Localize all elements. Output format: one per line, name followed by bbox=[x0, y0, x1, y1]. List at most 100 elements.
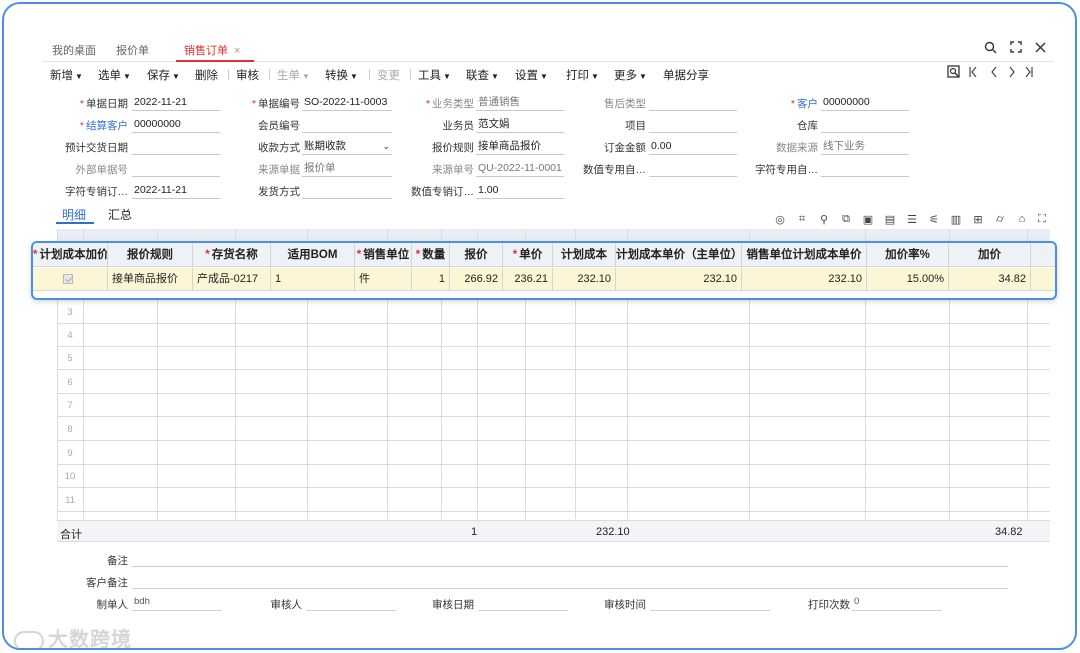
delete-button[interactable]: 删除 bbox=[195, 67, 218, 83]
source-doc-field[interactable]: 报价单 bbox=[302, 161, 392, 177]
col-plan-unit-cost-sale[interactable]: 销售单位计划成本单价 bbox=[742, 243, 867, 267]
settings-button[interactable]: 设置 ▼ bbox=[515, 67, 548, 83]
col-markup-rate[interactable]: 加价率% bbox=[867, 243, 949, 267]
warehouse-icon[interactable]: ⌂ bbox=[1015, 213, 1029, 225]
doc-no-field[interactable]: SO-2022-11-0003 bbox=[302, 95, 392, 111]
generate-button[interactable]: 生单 ▼ bbox=[277, 67, 310, 83]
quote-rule-field[interactable]: 接单商品报价 bbox=[476, 139, 564, 155]
col-item-name[interactable]: * 存货名称 bbox=[193, 243, 271, 267]
plan-unit-cost-main-cell[interactable]: 232.10 bbox=[616, 268, 742, 291]
expand-icon[interactable]: ⛶ bbox=[1035, 213, 1049, 226]
external-no-field[interactable] bbox=[132, 161, 220, 177]
doc-date-field[interactable]: 2022-11-21 bbox=[132, 95, 220, 111]
close-tab-icon[interactable]: × bbox=[234, 45, 240, 57]
share-button[interactable]: 单据分享 bbox=[663, 67, 709, 83]
col-plan-unit-cost-main[interactable]: 计划成本单价（主单位） bbox=[616, 243, 742, 267]
scan-icon[interactable]: ⌗ bbox=[795, 213, 809, 226]
table-row[interactable]: 4 bbox=[57, 324, 1050, 347]
change-button[interactable]: 变更 bbox=[377, 67, 400, 83]
customer-field[interactable]: 00000000 bbox=[821, 95, 909, 111]
more-button[interactable]: 更多 ▼ bbox=[614, 67, 647, 83]
col-qty[interactable]: * 数量 bbox=[412, 243, 450, 267]
member-no-field[interactable] bbox=[302, 117, 392, 133]
table-row[interactable]: 8 bbox=[57, 418, 1050, 441]
biz-type-field[interactable]: 普通销售 bbox=[476, 95, 564, 111]
col-bom[interactable]: 适用BOM bbox=[271, 243, 355, 267]
last-record-icon[interactable] bbox=[1024, 65, 1034, 82]
paste-icon[interactable]: ▣ bbox=[861, 213, 875, 226]
next-record-icon[interactable] bbox=[1007, 65, 1017, 82]
quote-cell[interactable]: 266.92 bbox=[450, 268, 503, 291]
aftersale-type-field[interactable] bbox=[649, 95, 737, 111]
col-sales-unit[interactable]: * 销售单位 bbox=[355, 243, 412, 267]
bom-cell[interactable]: 1 bbox=[271, 268, 355, 291]
list-icon[interactable]: ☰ bbox=[905, 213, 919, 226]
settle-customer-label[interactable]: * 结算客户 bbox=[54, 118, 128, 133]
customer-label[interactable]: * 客户 bbox=[742, 96, 818, 111]
plan-cost-markup-cell[interactable] bbox=[33, 268, 108, 291]
remark-field[interactable] bbox=[132, 566, 1008, 567]
select-button[interactable]: 选单 ▼ bbox=[98, 67, 131, 83]
search-icon[interactable] bbox=[984, 41, 997, 57]
first-record-icon[interactable] bbox=[968, 65, 978, 82]
col-quote-rule[interactable]: 报价规则 bbox=[108, 243, 193, 267]
settle-customer-field[interactable]: 00000000 bbox=[132, 117, 220, 133]
source-no-field[interactable]: QU-2022-11-0001 bbox=[476, 161, 564, 177]
tag-icon[interactable]: ⌭ bbox=[993, 213, 1007, 226]
plan-cost-cell[interactable]: 232.10 bbox=[553, 268, 616, 291]
num-custom1-field[interactable] bbox=[649, 161, 737, 177]
locate-icon[interactable]: ◎ bbox=[773, 213, 787, 226]
delivery-date-field[interactable] bbox=[132, 139, 220, 155]
ship-method-field[interactable] bbox=[302, 183, 392, 199]
audit-button[interactable]: 审核 bbox=[236, 67, 259, 83]
col-plan-cost-markup[interactable]: * 计划成本加价 bbox=[33, 243, 108, 267]
payment-select[interactable]: 账期收款 ⌄ bbox=[302, 139, 392, 155]
col-quote[interactable]: 报价 bbox=[450, 243, 503, 267]
doc-icon[interactable]: ▤ bbox=[883, 213, 897, 226]
item-name-cell[interactable]: 产成品-0217 bbox=[193, 268, 271, 291]
tab-sales-order[interactable]: 销售订单 × bbox=[184, 42, 240, 58]
chart-icon[interactable]: ▥ bbox=[949, 213, 963, 226]
filter-icon[interactable]: ⚟ bbox=[927, 213, 941, 226]
pin-icon[interactable]: ⚲ bbox=[817, 213, 831, 226]
prev-record-icon[interactable] bbox=[989, 65, 999, 82]
subtab-detail[interactable]: 明细 bbox=[62, 206, 86, 223]
warehouse-field[interactable] bbox=[821, 117, 909, 133]
scan-search-icon[interactable] bbox=[947, 65, 961, 82]
price-cell[interactable]: 236.21 bbox=[503, 268, 553, 291]
customer-remark-field[interactable] bbox=[132, 588, 1008, 589]
tools-button[interactable]: 工具 ▼ bbox=[418, 67, 451, 83]
plan-unit-cost-sale-cell[interactable]: 232.10 bbox=[742, 268, 867, 291]
tab-desktop[interactable]: 我的桌面 bbox=[52, 42, 96, 58]
convert-button[interactable]: 转换 ▼ bbox=[325, 67, 358, 83]
data-source-field[interactable]: 线下业务 bbox=[821, 139, 909, 155]
add-button[interactable]: 新增 ▼ bbox=[50, 67, 83, 83]
quote-rule-cell[interactable]: 接单商品报价 bbox=[108, 268, 193, 291]
qty-cell[interactable]: 1 bbox=[412, 268, 450, 291]
query-button[interactable]: 联查 ▼ bbox=[466, 67, 499, 83]
table-row[interactable]: 7 bbox=[57, 394, 1050, 417]
table-row[interactable]: 9 bbox=[57, 442, 1050, 465]
plan-cost-markup-checkbox[interactable] bbox=[63, 274, 73, 284]
table-row[interactable]: 5 bbox=[57, 347, 1050, 370]
markup-rate-cell[interactable]: 15.00% bbox=[867, 268, 949, 291]
table-row[interactable]: 6 bbox=[57, 371, 1050, 394]
subtab-summary[interactable]: 汇总 bbox=[108, 206, 132, 223]
print-button[interactable]: 打印 ▼ bbox=[566, 67, 599, 83]
col-plan-cost[interactable]: 计划成本 bbox=[553, 243, 616, 267]
col-markup[interactable]: 加价 bbox=[949, 243, 1031, 267]
deposit-field[interactable]: 0.00 bbox=[649, 139, 737, 155]
table-row[interactable]: 10 bbox=[57, 465, 1050, 488]
tab-quotation[interactable]: 报价单 bbox=[116, 42, 149, 58]
num-order-field[interactable]: 1.00 bbox=[476, 183, 564, 199]
sales-unit-cell[interactable]: 件 bbox=[355, 268, 412, 291]
close-icon[interactable] bbox=[1035, 41, 1046, 56]
save-button[interactable]: 保存 ▼ bbox=[147, 67, 180, 83]
table-row[interactable]: 3 bbox=[57, 301, 1050, 324]
copy-icon[interactable]: ⧉ bbox=[839, 213, 853, 226]
table-icon[interactable]: ⊞ bbox=[971, 213, 985, 226]
detail-row[interactable]: 接单商品报价 产成品-0217 1 件 1 266.92 236.21 232.… bbox=[33, 268, 1055, 291]
char-order-field[interactable]: 2022-11-21 bbox=[132, 183, 220, 199]
table-row[interactable]: 11 bbox=[57, 489, 1050, 512]
char-custom1-field[interactable] bbox=[821, 161, 909, 177]
